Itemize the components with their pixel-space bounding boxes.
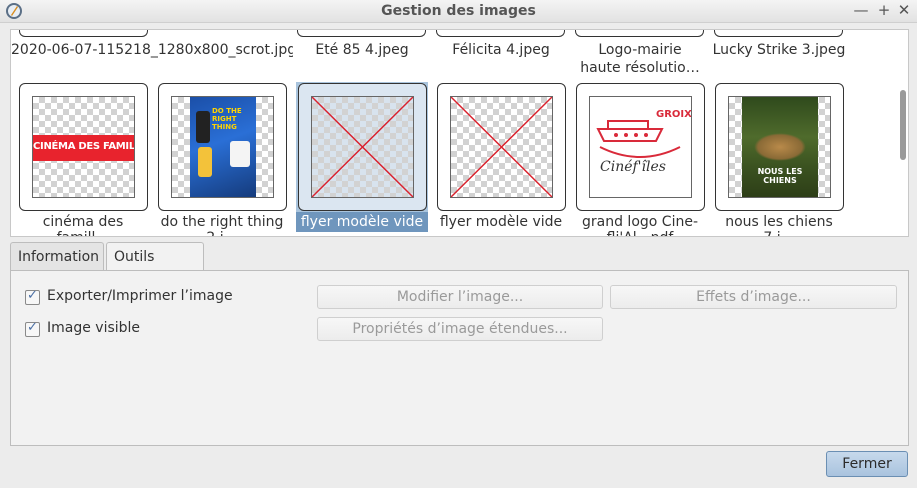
thumbnail-image: CINÉMA DES FAMILLES bbox=[32, 96, 135, 198]
gallery-scrollbar[interactable] bbox=[900, 90, 906, 160]
thumbnail-cinema-des-familles[interactable]: CINÉMA DES FAMILLES bbox=[19, 83, 148, 211]
thumbnail-frame[interactable] bbox=[19, 30, 148, 37]
broken-image-icon bbox=[312, 97, 413, 197]
image-caption-selected[interactable]: flyer modèle vide bbox=[296, 212, 428, 232]
image-caption[interactable]: Logo-mairie bbox=[571, 40, 709, 60]
thumbnail-do-the-right-thing[interactable]: DO THE RIGHT THING bbox=[158, 83, 287, 211]
thumbnail-image bbox=[450, 96, 553, 198]
image-caption[interactable]: 2020-06-07-115218_1280x800_scrot.jpg bbox=[11, 40, 293, 60]
image-gallery[interactable]: 2020-06-07-115218_1280x800_scrot.jpg Eté… bbox=[10, 29, 909, 237]
image-caption-line2: haute résolutio… bbox=[580, 60, 700, 76]
thumbnail-grand-logo-cine[interactable]: GROIX Cinéf'îles bbox=[576, 83, 705, 211]
broken-image-icon bbox=[451, 97, 552, 197]
thumbnail-frame[interactable] bbox=[436, 30, 565, 37]
thumbnail-image: NOUS LES CHIENS bbox=[728, 96, 831, 198]
thumbnail-frame[interactable] bbox=[297, 30, 426, 37]
poster-dogs bbox=[754, 133, 806, 161]
poster-figure bbox=[230, 141, 250, 167]
poster-image: DO THE RIGHT THING bbox=[190, 97, 256, 197]
close-button[interactable]: Fermer bbox=[826, 451, 908, 477]
thumbnail-image bbox=[311, 96, 414, 198]
image-visible-label: Image visible bbox=[47, 320, 141, 336]
banner-text: CINÉMA DES FAMILLES bbox=[33, 141, 135, 152]
image-caption-line2: famill… bbox=[14, 228, 152, 236]
image-caption[interactable]: Félicita 4.jpeg bbox=[432, 40, 570, 60]
image-caption[interactable]: Eté 85 4.jpeg bbox=[293, 40, 431, 60]
window-title: Gestion des images bbox=[381, 3, 536, 19]
image-caption-line2: 2.j… bbox=[153, 228, 291, 236]
poster-figure bbox=[196, 111, 210, 143]
checkmark-icon: ✓ bbox=[27, 288, 38, 303]
thumbnail-nous-les-chiens[interactable]: NOUS LES CHIENS bbox=[715, 83, 844, 211]
export-print-checkbox[interactable]: ✓ bbox=[25, 288, 40, 305]
image-visible-checkbox[interactable]: ✓ bbox=[25, 320, 40, 337]
minimize-button[interactable]: — bbox=[853, 0, 869, 20]
image-effects-button[interactable]: Effets d’image... bbox=[610, 285, 897, 309]
image-caption-line2: fli'Al…ndf bbox=[571, 228, 709, 236]
image-caption[interactable]: flyer modèle vide bbox=[432, 212, 570, 232]
image-caption[interactable]: Lucky Strike 3.jpeg bbox=[710, 40, 848, 60]
poster-figure bbox=[198, 147, 212, 177]
poster-title: NOUS LES CHIENS bbox=[757, 167, 803, 185]
thumbnail-frame[interactable] bbox=[575, 30, 704, 37]
tab-information[interactable]: Information bbox=[10, 242, 104, 270]
thumbnail-image: GROIX Cinéf'îles bbox=[589, 96, 692, 198]
outils-image-panel: ✓ Exporter/Imprimer l’image ✓ Image visi… bbox=[10, 270, 909, 446]
poster-title: DO THE RIGHT THING bbox=[212, 107, 242, 131]
image-caption-line2: 7.j… bbox=[710, 228, 848, 236]
poster-image: NOUS LES CHIENS bbox=[742, 97, 818, 197]
close-window-button[interactable]: ✕ bbox=[896, 0, 912, 20]
modify-image-button[interactable]: Modifier l’image... bbox=[317, 285, 603, 309]
extended-properties-button[interactable]: Propriétés d’image étendues... bbox=[317, 317, 603, 341]
checkmark-icon: ✓ bbox=[27, 320, 38, 335]
tab-outils-image[interactable]: Outils image bbox=[106, 242, 204, 293]
cinema-banner: CINÉMA DES FAMILLES bbox=[33, 135, 134, 161]
logo-text: GROIX bbox=[656, 109, 692, 120]
export-print-label: Exporter/Imprimer l’image bbox=[47, 288, 233, 304]
thumbnail-flyer-modele-vide[interactable] bbox=[437, 83, 566, 211]
thumbnail-flyer-modele-vide-selected[interactable] bbox=[298, 83, 427, 211]
title-bar: Gestion des images — + ✕ bbox=[0, 0, 917, 23]
maximize-button[interactable]: + bbox=[876, 0, 892, 20]
logo-script-text: Cinéf'îles bbox=[600, 159, 666, 175]
thumbnail-frame[interactable] bbox=[714, 30, 843, 37]
thumbnail-image: DO THE RIGHT THING bbox=[171, 96, 274, 198]
